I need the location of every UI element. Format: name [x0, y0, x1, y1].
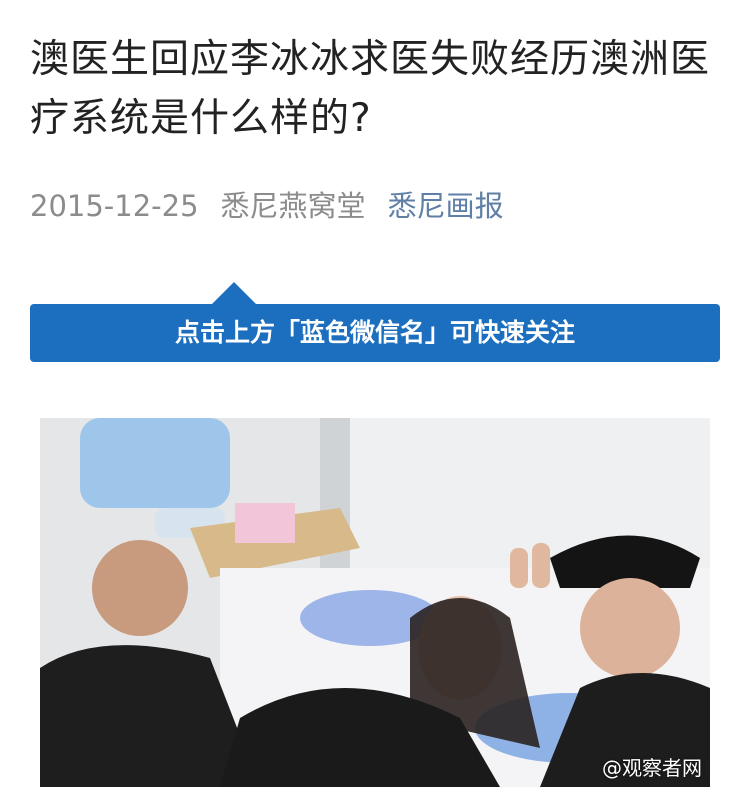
author-name: 悉尼燕窝堂 [220, 189, 366, 223]
photo-watermark: @观察者网 [602, 756, 702, 780]
article-title: 澳医生回应李冰冰求医失败经历澳洲医疗系统是什么样的? [30, 37, 711, 141]
account-link[interactable]: 悉尼画报 [388, 189, 504, 223]
follow-banner[interactable]: 点击上方「蓝色微信名」可快速关注 [30, 304, 720, 362]
banner-pointer-icon [212, 282, 256, 304]
publish-date: 2015-12-25 [30, 189, 199, 223]
article-photo[interactable]: @观察者网 [40, 418, 710, 787]
article-meta: 2015-12-25 悉尼燕窝堂 悉尼画报 [30, 184, 504, 228]
photo-illustration [40, 418, 710, 787]
